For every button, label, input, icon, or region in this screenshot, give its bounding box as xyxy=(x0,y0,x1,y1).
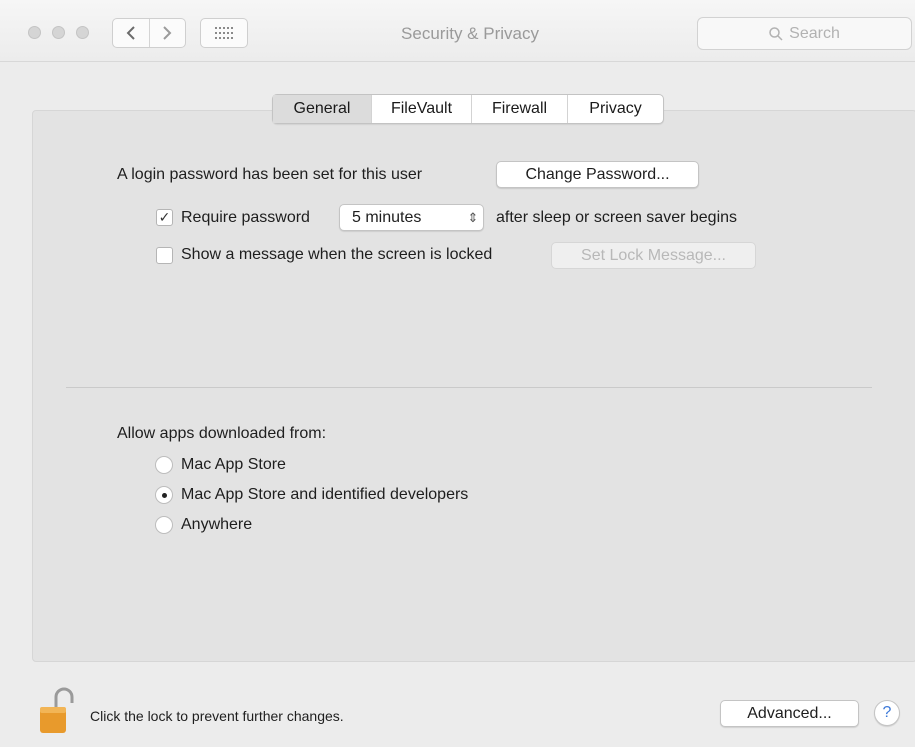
chevron-right-icon xyxy=(163,26,172,40)
radio-anywhere[interactable] xyxy=(155,516,173,534)
tab-bar: General FileVault Firewall Privacy xyxy=(272,94,664,124)
set-lock-message-button[interactable]: Set Lock Message... xyxy=(551,242,756,269)
login-password-text: A login password has been set for this u… xyxy=(117,166,423,183)
radio-mac-app-store[interactable] xyxy=(155,456,173,474)
search-placeholder: Search xyxy=(789,24,840,42)
content-panel xyxy=(32,110,915,662)
show-all-button[interactable] xyxy=(200,18,248,48)
tab-filevault[interactable]: FileVault xyxy=(371,95,471,123)
search-field[interactable]: Search xyxy=(697,17,912,50)
password-delay-select[interactable]: 5 minutes ⇕ xyxy=(339,204,484,231)
grid-icon xyxy=(215,27,233,39)
advanced-button[interactable]: Advanced... xyxy=(720,700,859,727)
help-icon: ? xyxy=(882,704,892,721)
forward-button[interactable] xyxy=(148,19,186,47)
radio-identified-developers[interactable] xyxy=(155,486,173,504)
minimize-window-button[interactable] xyxy=(52,26,65,39)
show-message-label: Show a message when the screen is locked xyxy=(181,246,493,263)
require-password-label: Require password xyxy=(181,209,310,226)
allow-apps-heading: Allow apps downloaded from: xyxy=(117,425,327,442)
tab-privacy[interactable]: Privacy xyxy=(567,95,663,123)
radio-mac-app-store-label: Mac App Store xyxy=(181,456,286,473)
navigation-buttons xyxy=(112,18,186,48)
chevron-left-icon xyxy=(126,26,135,40)
radio-anywhere-label: Anywhere xyxy=(181,516,253,533)
preferences-window: Security & Privacy Search General FileVa… xyxy=(0,0,915,747)
lock-status-text: Click the lock to prevent further change… xyxy=(90,708,344,724)
title-bar: Security & Privacy Search xyxy=(0,0,915,62)
window-title: Security & Privacy xyxy=(401,24,539,43)
stepper-arrows-icon: ⇕ xyxy=(467,209,479,225)
tab-firewall[interactable]: Firewall xyxy=(471,95,567,123)
require-password-checkbox[interactable]: ✓ xyxy=(156,209,173,226)
change-password-button[interactable]: Change Password... xyxy=(496,161,699,188)
checkmark-icon: ✓ xyxy=(158,209,171,225)
zoom-window-button[interactable] xyxy=(76,26,89,39)
require-password-suffix: after sleep or screen saver begins xyxy=(496,209,738,226)
unlocked-padlock-icon xyxy=(40,687,74,733)
back-button[interactable] xyxy=(113,19,149,47)
help-button[interactable]: ? xyxy=(874,700,900,726)
close-window-button[interactable] xyxy=(28,26,41,39)
password-delay-value: 5 minutes xyxy=(352,208,422,226)
radio-identified-developers-label: Mac App Store and identified developers xyxy=(181,486,469,503)
section-divider xyxy=(66,387,872,388)
tab-general[interactable]: General xyxy=(273,95,371,123)
show-message-checkbox[interactable] xyxy=(156,247,173,264)
lock-button[interactable] xyxy=(38,683,74,735)
search-icon xyxy=(769,26,783,41)
